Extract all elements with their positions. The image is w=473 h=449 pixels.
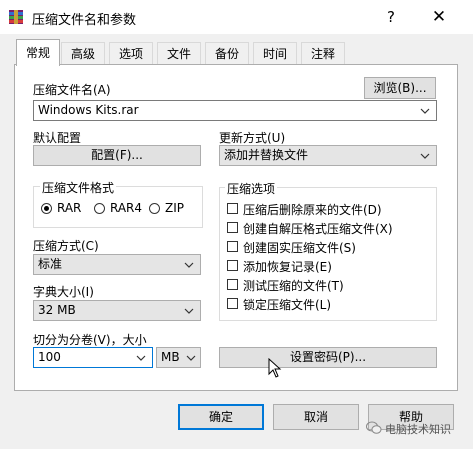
radio-button[interactable] bbox=[149, 203, 160, 214]
radio-zip[interactable]: ZIP bbox=[149, 201, 194, 217]
cancel-button[interactable]: 取消 bbox=[273, 404, 359, 430]
config-button[interactable]: 配置(F)... bbox=[33, 145, 201, 166]
dictionary-size-value: 32 MB bbox=[38, 303, 76, 317]
set-password-button[interactable]: 设置密码(P)... bbox=[219, 347, 437, 368]
window-title: 压缩文件名和参数 bbox=[32, 13, 137, 28]
chevron-down-icon bbox=[184, 262, 194, 268]
option-test[interactable]: 测试压缩的文件(T) bbox=[227, 277, 432, 293]
option-solid[interactable]: 创建固实压缩文件(S) bbox=[227, 239, 432, 255]
browse-button[interactable]: 浏览(B)... bbox=[364, 77, 436, 99]
archive-name-combobox[interactable]: Windows Kits.rar bbox=[33, 100, 437, 121]
dictionary-size-label: 字典大小(I) bbox=[33, 285, 94, 299]
chevron-down-icon[interactable] bbox=[420, 108, 430, 114]
split-unit-value: MB bbox=[161, 350, 180, 364]
archive-format-label: 压缩文件格式 bbox=[40, 179, 117, 196]
option-label: 锁定压缩文件(L) bbox=[243, 298, 332, 312]
option-label: 压缩后删除原来的文件(D) bbox=[243, 203, 382, 217]
tab-time[interactable]: 时间 bbox=[253, 42, 297, 65]
checkbox[interactable] bbox=[227, 279, 238, 290]
dictionary-size-select[interactable]: 32 MB bbox=[33, 300, 201, 321]
radio-rar4-label: RAR4 bbox=[110, 201, 143, 215]
archive-name-label: 压缩文件名(A) bbox=[33, 83, 111, 97]
chevron-down-icon bbox=[184, 308, 194, 314]
tab-options[interactable]: 选项 bbox=[109, 42, 153, 65]
option-lock[interactable]: 锁定压缩文件(L) bbox=[227, 296, 432, 312]
compression-method-label: 压缩方式(C) bbox=[33, 239, 99, 253]
option-label: 创建自解压格式压缩文件(X) bbox=[243, 222, 393, 236]
checkbox[interactable] bbox=[227, 260, 238, 271]
option-label: 测试压缩的文件(T) bbox=[243, 279, 344, 293]
tab-backup[interactable]: 备份 bbox=[205, 42, 249, 65]
watermark: 电脑技术知识 bbox=[366, 420, 470, 438]
tab-advanced[interactable]: 高级 bbox=[61, 42, 105, 65]
compression-method-select[interactable]: 标准 bbox=[33, 254, 201, 275]
compression-method-value: 标准 bbox=[38, 257, 63, 271]
general-tab-panel: 压缩文件名(A) 浏览(B)... Windows Kits.rar 默认配置 … bbox=[14, 64, 458, 391]
close-button[interactable]: ✕ bbox=[425, 6, 453, 28]
tab-files[interactable]: 文件 bbox=[157, 42, 201, 65]
split-size-combobox[interactable]: 100 bbox=[33, 347, 153, 368]
ok-button[interactable]: 确定 bbox=[178, 404, 264, 430]
chevron-down-icon bbox=[186, 355, 196, 361]
tab-general[interactable]: 常规 bbox=[16, 39, 60, 66]
option-recovery-record[interactable]: 添加恢复记录(E) bbox=[227, 258, 432, 274]
option-delete-after[interactable]: 压缩后删除原来的文件(D) bbox=[227, 201, 432, 217]
radio-button[interactable] bbox=[94, 203, 105, 214]
option-sfx[interactable]: 创建自解压格式压缩文件(X) bbox=[227, 220, 432, 236]
radio-rar4[interactable]: RAR4 bbox=[94, 201, 149, 217]
split-volumes-label: 切分为分卷(V)，大小 bbox=[33, 333, 147, 347]
radio-zip-label: ZIP bbox=[165, 201, 184, 215]
archive-name-value: Windows Kits.rar bbox=[38, 103, 139, 117]
update-mode-value: 添加并替换文件 bbox=[224, 148, 309, 162]
checkbox[interactable] bbox=[227, 203, 238, 214]
option-label: 创建固实压缩文件(S) bbox=[243, 241, 356, 255]
radio-rar[interactable]: RAR bbox=[41, 201, 91, 217]
option-label: 添加恢复记录(E) bbox=[243, 260, 332, 274]
radio-rar-label: RAR bbox=[57, 201, 82, 215]
watermark-text: 电脑技术知识 bbox=[385, 423, 451, 436]
tab-comment[interactable]: 注释 bbox=[301, 42, 345, 65]
mouse-cursor-icon bbox=[268, 358, 282, 378]
split-size-value: 100 bbox=[38, 350, 61, 364]
wechat-icon bbox=[366, 421, 382, 434]
checkbox[interactable] bbox=[227, 298, 238, 309]
winrar-app-icon bbox=[9, 10, 23, 24]
update-mode-label: 更新方式(U) bbox=[219, 131, 286, 145]
checkbox[interactable] bbox=[227, 222, 238, 233]
default-config-label: 默认配置 bbox=[33, 131, 82, 145]
title-bar: 压缩文件名和参数 ? ✕ bbox=[0, 0, 473, 34]
checkbox[interactable] bbox=[227, 241, 238, 252]
chevron-down-icon[interactable] bbox=[136, 355, 146, 361]
chevron-down-icon bbox=[420, 153, 430, 159]
update-mode-select[interactable]: 添加并替换文件 bbox=[219, 145, 437, 166]
help-title-button[interactable]: ? bbox=[379, 6, 403, 28]
radio-button-selected[interactable] bbox=[41, 203, 52, 214]
split-unit-select[interactable]: MB bbox=[156, 347, 201, 368]
archive-options-label: 压缩选项 bbox=[225, 180, 278, 197]
